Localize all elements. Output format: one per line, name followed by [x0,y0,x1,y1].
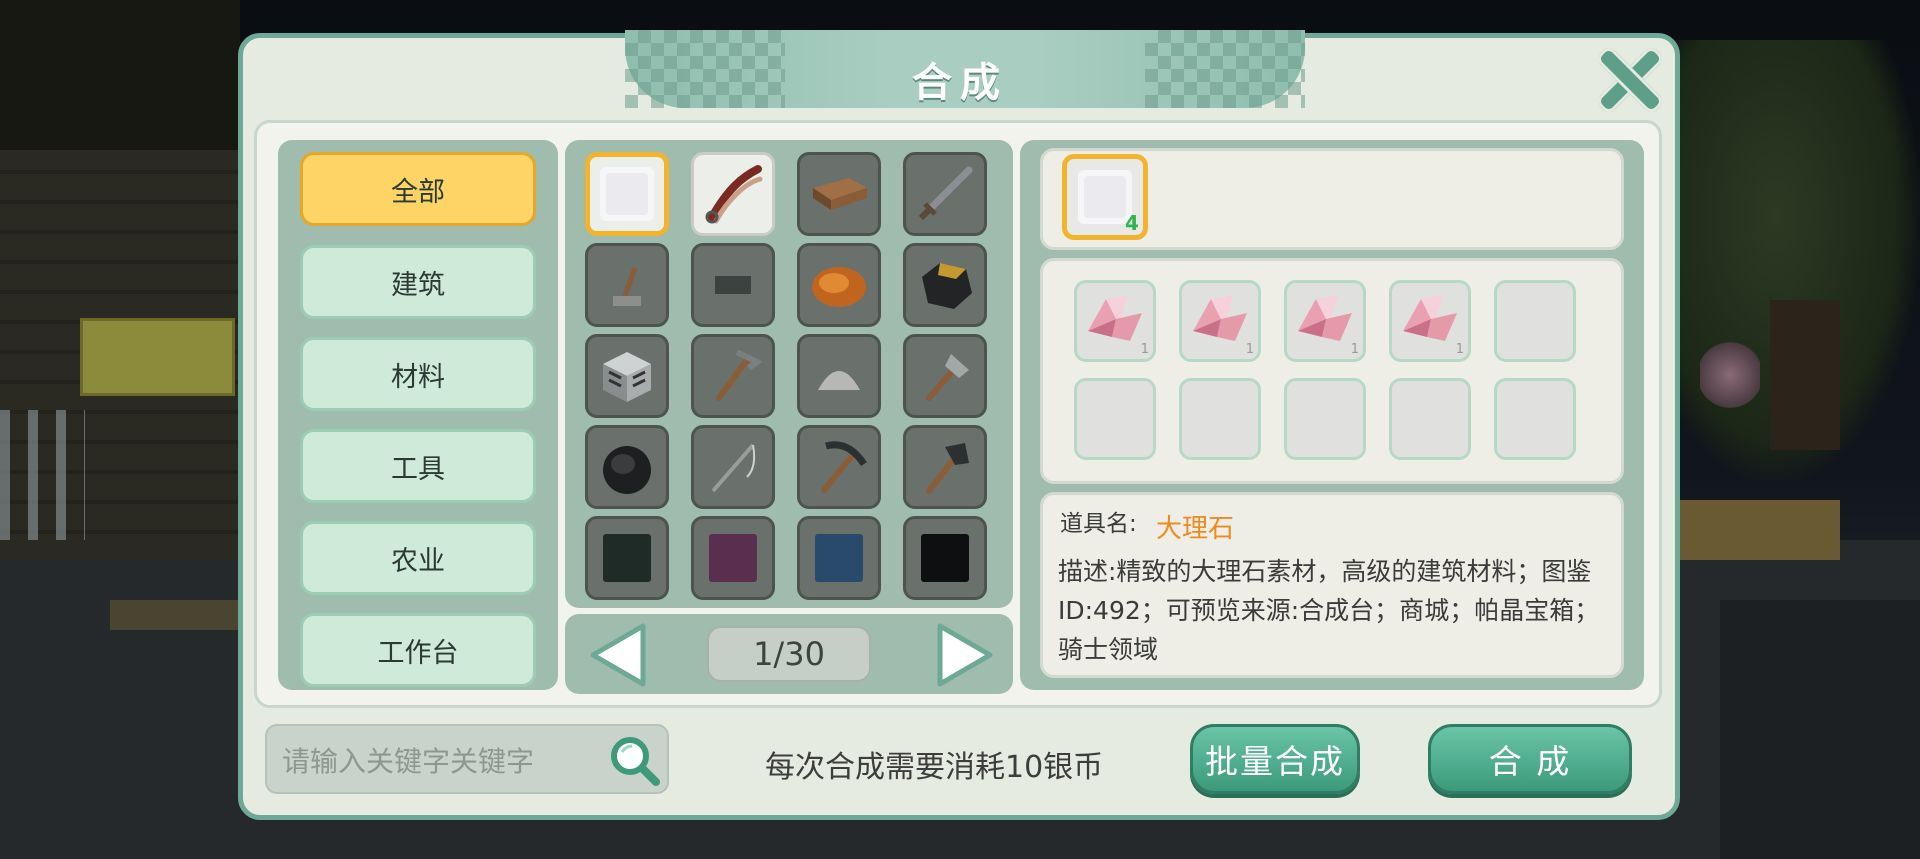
category-label: 工具 [391,453,445,485]
fishing-rod-icon [711,443,756,493]
material-slot-empty[interactable] [1389,378,1471,460]
hoe-icon [716,349,763,401]
material-slot[interactable]: 1 [1284,280,1366,362]
wood-plank-icon [813,178,867,210]
purple-block-icon [709,534,757,582]
category-label: 农业 [391,545,445,577]
result-count: 4 [1125,211,1139,235]
craft-label: 合 成 [1488,742,1572,781]
item-slot[interactable] [691,516,775,600]
spawner-cage-icon [603,352,651,402]
item-slot[interactable] [903,243,987,327]
black-block-icon [921,534,969,582]
category-label: 全部 [391,176,445,208]
search-icon[interactable] [604,730,664,790]
dust-pile-icon [818,371,860,390]
category-workbench-button[interactable]: 工作台 [300,613,536,687]
axe-icon [926,443,969,494]
item-slot[interactable] [797,425,881,509]
marble-block-icon [600,167,654,221]
batch-craft-label: 批量合成 [1205,742,1345,781]
coal-ore-icon [922,263,972,309]
tree-trunk [1770,300,1840,450]
category-label: 建筑 [391,269,445,301]
material-slot-empty[interactable] [1494,280,1576,362]
pink-crystal-icon [1193,295,1247,341]
dark-block [1720,600,1920,859]
material-slot-empty[interactable] [1179,378,1261,460]
house-sign [80,318,235,396]
material-slot[interactable]: 1 [1389,280,1471,362]
item-slot[interactable] [797,152,881,236]
item-slot[interactable] [903,425,987,509]
category-all-button[interactable]: 全部 [300,152,536,226]
material-slot-empty[interactable] [1494,378,1576,460]
category-label: 材料 [391,361,445,393]
pink-crystal-icon [1403,295,1457,341]
category-materials-button[interactable]: 材料 [300,337,536,411]
batch-craft-button[interactable]: 批量合成 [1190,724,1360,794]
item-slot[interactable] [691,243,775,327]
previous-page-icon[interactable] [585,620,655,690]
item-slot[interactable] [585,334,669,418]
lever-icon [613,267,641,306]
page-indicator: 1/30 [707,626,871,682]
blue-block-icon [815,534,863,582]
category-farming-button[interactable]: 农业 [300,521,536,595]
item-slot[interactable] [691,152,775,236]
blossom-tree [1700,340,1760,410]
item-slot[interactable] [585,516,669,600]
item-slot[interactable] [797,334,881,418]
material-count: 1 [1455,342,1464,357]
category-building-button[interactable]: 建筑 [300,245,536,319]
item-slot[interactable] [903,152,987,236]
material-slot-empty[interactable] [1284,378,1366,460]
close-icon[interactable] [1594,44,1664,114]
search-input[interactable] [280,740,604,782]
pink-crystal-icon [1298,295,1352,341]
craft-cost-text: 每次合成需要消耗10银币 [765,750,1104,785]
item-slot[interactable] [797,243,881,327]
material-slot-empty[interactable] [1074,378,1156,460]
material-count: 1 [1140,342,1149,357]
material-count: 1 [1350,342,1359,357]
item-slot[interactable] [585,425,669,509]
shovel-icon [926,354,969,401]
item-description: 描述:精致的大理石素材，高级的建筑材料；图鉴ID:492；可预览来源:合成台；商… [1058,557,1600,664]
stone-slab-icon [715,276,751,294]
item-name-label: 道具名: [1060,511,1137,537]
pickaxe-icon [821,441,867,493]
item-slot[interactable] [691,425,775,509]
roast-chicken-icon [812,267,866,307]
material-count: 1 [1245,342,1254,357]
tongs-icon [705,165,763,224]
category-label: 工作台 [377,637,459,669]
fence [0,410,85,540]
dark-green-block-icon [603,534,651,582]
item-slot[interactable] [903,334,987,418]
item-slot[interactable] [691,334,775,418]
item-slot[interactable] [585,243,669,327]
material-slot[interactable]: 1 [1179,280,1261,362]
bag-icon [603,446,651,494]
material-slot[interactable]: 1 [1074,280,1156,362]
pink-crystal-icon [1088,295,1142,341]
category-tools-button[interactable]: 工具 [300,429,536,503]
sword-icon [918,166,973,221]
craft-button[interactable]: 合 成 [1428,724,1632,794]
next-page-icon[interactable] [928,620,998,690]
item-slot[interactable] [903,516,987,600]
item-slot[interactable] [797,516,881,600]
item-name: 大理石 [1156,514,1235,544]
floor-tile [110,600,250,630]
item-slot[interactable] [585,152,669,236]
